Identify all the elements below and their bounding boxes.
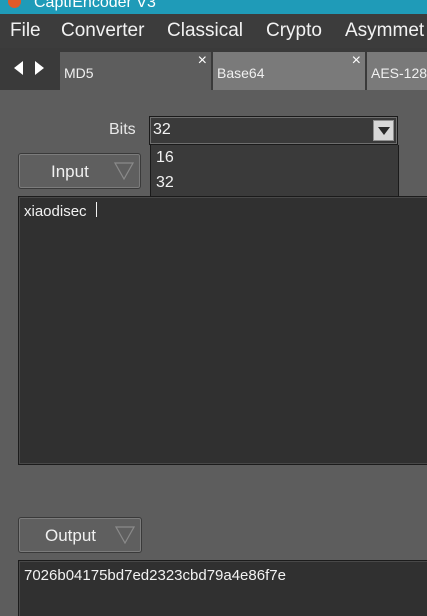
- bits-option-16[interactable]: 16: [156, 149, 174, 167]
- tab-navigation: [0, 48, 58, 90]
- tab-bar: MD5 × Base64 × AES-128: [0, 48, 427, 90]
- menu-classical[interactable]: Classical: [167, 20, 243, 42]
- tab-close-icon[interactable]: ×: [352, 52, 361, 70]
- input-text: xiaodisec: [24, 203, 87, 220]
- tab-base64[interactable]: Base64 ×: [213, 52, 365, 90]
- tab-aes128[interactable]: AES-128: [367, 52, 427, 90]
- input-type-select[interactable]: Input: [18, 153, 141, 189]
- output-textarea[interactable]: 7026b04175bd7ed2323cbd79a4e86f7e: [18, 560, 427, 616]
- tab-base64-label: Base64: [217, 65, 265, 81]
- menu-asymmetric[interactable]: Asymmet: [345, 20, 424, 42]
- tab-next-icon[interactable]: [35, 61, 44, 75]
- window-title: CaptfEncoder V3: [34, 0, 156, 11]
- app-icon: [8, 0, 21, 8]
- output-text: 7026b04175bd7ed2323cbd79a4e86f7e: [24, 567, 286, 584]
- tab-md5-label: MD5: [64, 65, 94, 81]
- bits-dropdown-button[interactable]: [373, 120, 394, 141]
- input-type-label: Input: [51, 162, 89, 181]
- menu-converter[interactable]: Converter: [61, 20, 144, 42]
- menu-file[interactable]: File: [10, 20, 41, 42]
- output-type-label: Output: [45, 526, 97, 545]
- input-textarea[interactable]: xiaodisec: [18, 196, 427, 465]
- menu-bar: File Converter Classical Crypto Asymmet: [0, 14, 427, 48]
- tab-close-icon[interactable]: ×: [198, 52, 207, 70]
- bits-dropdown-list: 16 32: [150, 145, 399, 197]
- combo-arrow-icon: [114, 162, 134, 180]
- text-cursor: [96, 202, 102, 217]
- bits-label: Bits: [109, 121, 136, 138]
- bits-option-32[interactable]: 32: [156, 174, 174, 192]
- output-type-select[interactable]: Output: [18, 517, 142, 553]
- tab-aes128-label: AES-128: [371, 65, 427, 81]
- combo-arrow-icon: [115, 526, 135, 544]
- bits-select[interactable]: 32: [149, 116, 398, 145]
- menu-crypto[interactable]: Crypto: [266, 20, 322, 42]
- tab-prev-icon[interactable]: [14, 61, 23, 75]
- tab-md5[interactable]: MD5 ×: [60, 52, 211, 90]
- bits-selected-value: 32: [153, 121, 171, 138]
- title-bar: CaptfEncoder V3: [0, 0, 427, 14]
- dropdown-arrow-icon: [378, 127, 390, 135]
